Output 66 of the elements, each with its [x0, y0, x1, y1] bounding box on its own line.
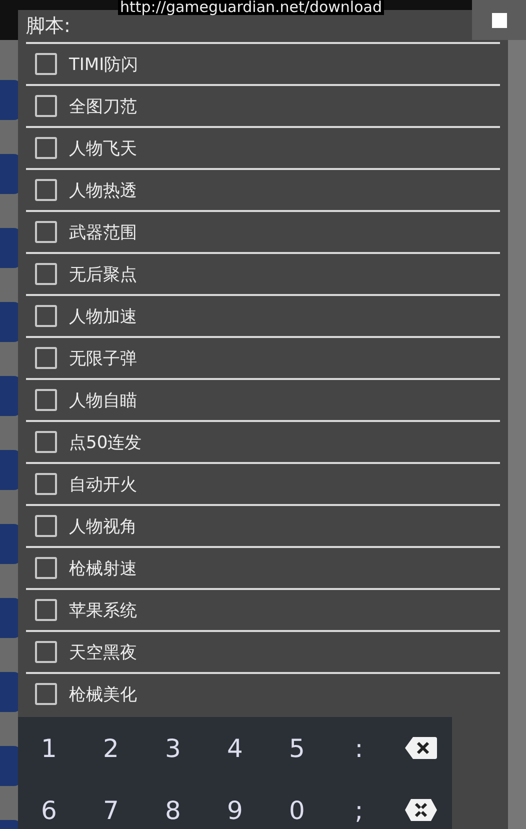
script-option[interactable]: TIMI防闪: [26, 42, 500, 84]
script-option-label: 点50连发: [69, 432, 142, 454]
key-button[interactable]: 5: [283, 734, 311, 762]
checkbox[interactable]: [35, 137, 57, 159]
script-option[interactable]: 枪械射速: [26, 546, 500, 588]
checkbox[interactable]: [35, 179, 57, 201]
checkbox[interactable]: [35, 263, 57, 285]
script-option[interactable]: 无后聚点: [26, 252, 500, 294]
script-option[interactable]: 天空黑夜: [26, 630, 500, 672]
checkbox[interactable]: [35, 389, 57, 411]
key-button[interactable]: 3: [159, 734, 187, 762]
checkbox[interactable]: [35, 431, 57, 453]
key-button[interactable]: 4: [221, 734, 249, 762]
checkbox[interactable]: [35, 305, 57, 327]
checkbox[interactable]: [35, 347, 57, 369]
script-option-label: 人物自瞄: [69, 390, 137, 412]
checkbox[interactable]: [35, 683, 57, 705]
script-option-label: 人物加速: [69, 306, 137, 328]
checkbox[interactable]: [35, 557, 57, 579]
script-option[interactable]: 全图刀范: [26, 84, 500, 126]
script-option-label: 人物飞天: [69, 138, 137, 160]
script-option-label: 自动开火: [69, 474, 137, 496]
key-button[interactable]: 6: [35, 796, 63, 824]
close-keyboard-icon[interactable]: [405, 799, 437, 821]
script-option-label: 人物视角: [69, 516, 137, 538]
key-button[interactable]: 9: [221, 796, 249, 824]
script-option-label: 全图刀范: [69, 96, 137, 118]
script-option-label: 苹果系统: [69, 600, 137, 622]
script-option[interactable]: 武器范围: [26, 210, 500, 252]
square-icon: [492, 12, 506, 28]
key-button[interactable]: 0: [283, 796, 311, 824]
key-button[interactable]: 2: [97, 734, 125, 762]
script-option[interactable]: 人物加速: [26, 294, 500, 336]
checkbox[interactable]: [35, 221, 57, 243]
script-option[interactable]: 枪械美化: [26, 672, 500, 714]
checkbox[interactable]: [35, 599, 57, 621]
script-option-label: 无后聚点: [69, 264, 137, 286]
script-option-label: 枪械射速: [69, 558, 137, 580]
script-option-label: 无限子弹: [69, 348, 137, 370]
script-option[interactable]: 无限子弹: [26, 336, 500, 378]
key-button[interactable]: :: [348, 734, 370, 762]
script-option[interactable]: 点50连发: [26, 420, 500, 462]
script-option[interactable]: 人物热透: [26, 168, 500, 210]
checkbox[interactable]: [35, 515, 57, 537]
script-option[interactable]: 自动开火: [26, 462, 500, 504]
key-button[interactable]: 8: [159, 796, 187, 824]
key-button[interactable]: 7: [97, 796, 125, 824]
dialog-title: 脚本:: [26, 14, 70, 38]
checkbox[interactable]: [35, 473, 57, 495]
key-button[interactable]: ;: [348, 796, 370, 824]
checkbox[interactable]: [35, 641, 57, 663]
stop-button[interactable]: [472, 0, 526, 40]
script-option-label: 天空黑夜: [69, 642, 137, 664]
script-option-label: 武器范围: [69, 222, 137, 244]
script-option[interactable]: 苹果系统: [26, 588, 500, 630]
key-button[interactable]: 1: [35, 734, 63, 762]
url-text: http://gameguardian.net/download: [118, 0, 384, 15]
script-option-label: 枪械美化: [69, 684, 137, 706]
script-option[interactable]: 人物视角: [26, 504, 500, 546]
checkbox[interactable]: [35, 53, 57, 75]
backspace-icon[interactable]: [405, 737, 437, 759]
script-option[interactable]: 人物飞天: [26, 126, 500, 168]
script-option-label: 人物热透: [69, 180, 137, 202]
script-option-label: TIMI防闪: [69, 54, 138, 76]
checkbox[interactable]: [35, 95, 57, 117]
script-option[interactable]: 人物自瞄: [26, 378, 500, 420]
